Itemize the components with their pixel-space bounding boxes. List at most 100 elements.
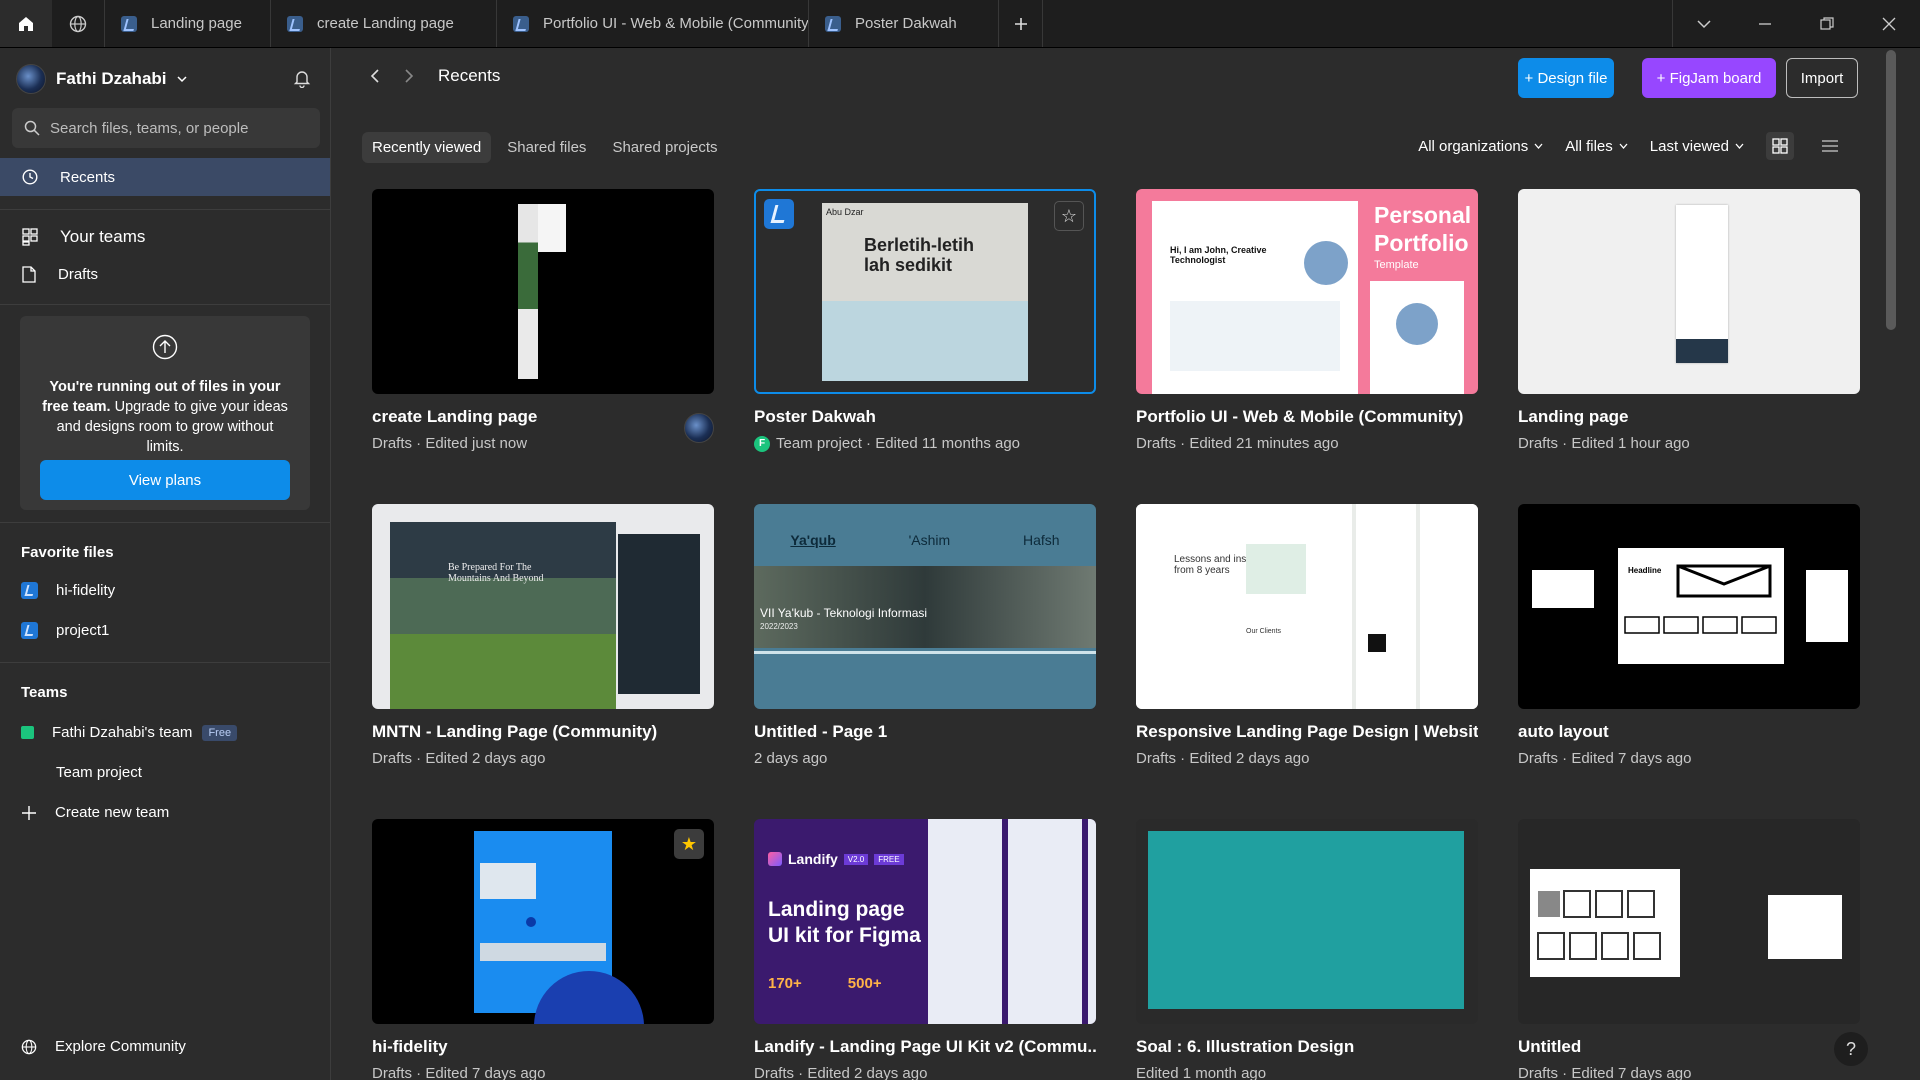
thumb-text: 170+ <box>768 975 802 992</box>
tab-shared-projects[interactable]: Shared projects <box>602 132 727 163</box>
chevron-down-icon <box>1534 143 1543 149</box>
chevron-down-icon <box>1735 143 1744 149</box>
new-tab-button[interactable] <box>998 0 1042 47</box>
tab-recently-viewed[interactable]: Recently viewed <box>362 132 492 163</box>
tab-label: Poster Dakwah <box>855 15 957 32</box>
filter-tabs: Recently viewed Shared files Shared proj… <box>362 132 728 163</box>
team-name: Fathi Dzahabi's team <box>52 724 193 741</box>
file-meta: 2 days ago <box>754 750 828 767</box>
file-meta: Drafts · Edited 7 days ago <box>1518 750 1692 767</box>
filter-label: All organizations <box>1418 137 1529 155</box>
tab-create-landing-page[interactable]: create Landing page <box>270 0 496 47</box>
community-button[interactable] <box>52 0 104 47</box>
import-button[interactable]: Import <box>1786 58 1858 98</box>
thumb-text: lah sedikit <box>864 255 953 275</box>
file-thumbnail <box>1136 819 1478 1024</box>
file-title: Responsive Landing Page Design | Websit.… <box>1136 722 1478 741</box>
thumb-text: V2.0 <box>843 853 869 865</box>
main-content: Recents + Design file + FigJam board Imp… <box>332 48 1900 1080</box>
thumb-text: Abu Dzar <box>826 207 864 217</box>
file-title: Untitled <box>1518 1037 1582 1056</box>
plus-icon <box>1014 17 1027 30</box>
organization-filter[interactable]: All organizations <box>1418 138 1543 155</box>
file-meta: Drafts · Edited 2 days ago <box>1136 750 1310 767</box>
team-project-label: Team project <box>56 764 142 781</box>
minimize-button[interactable] <box>1734 0 1796 47</box>
file-title: auto layout <box>1518 722 1609 741</box>
sort-filter[interactable]: Last viewed <box>1650 138 1744 155</box>
file-meta: Drafts · Edited just now <box>372 435 528 452</box>
thumb-text: Landing page <box>768 898 905 921</box>
file-title: Landing page <box>1518 407 1629 426</box>
create-team-button[interactable]: Create new team <box>21 804 169 821</box>
thumb-text: VII Ya'kub - Teknologi Informasi <box>760 606 928 620</box>
view-plans-button[interactable]: View plans <box>40 460 290 500</box>
notifications-button[interactable] <box>292 68 312 91</box>
favorite-star-button[interactable]: ☆ <box>1054 201 1084 231</box>
breadcrumb: Recents <box>370 66 500 86</box>
file-thumbnail: Hi, I am John, Creative Technologist Per… <box>1136 189 1478 394</box>
tab-shared-files[interactable]: Shared files <box>497 132 596 163</box>
teams-icon <box>22 228 38 246</box>
home-button[interactable] <box>0 0 52 47</box>
thumb-text: Headline <box>1628 566 1662 575</box>
filter-label: All files <box>1565 137 1613 155</box>
account-menu[interactable]: Fathi Dzahabi <box>16 64 187 94</box>
thumb-text: Our Clients <box>1246 628 1282 635</box>
minimize-icon <box>1759 22 1771 25</box>
sidebar-item-your-teams[interactable]: Your teams <box>0 218 330 256</box>
thumb-text: Hafsh <box>1022 532 1060 548</box>
help-button[interactable]: ? <box>1834 1032 1868 1066</box>
file-meta: Drafts · Edited 2 days ago <box>372 750 546 767</box>
thumb-text: Template <box>1374 259 1419 271</box>
favorite-file-project1[interactable]: project1 <box>21 622 109 639</box>
image-placeholder-icon <box>1624 616 1777 634</box>
favorite-file-hi-fidelity[interactable]: hi-fidelity <box>21 582 115 599</box>
vertical-scrollbar[interactable] <box>1886 50 1896 330</box>
team-item[interactable]: Fathi Dzahabi's team Free <box>21 724 238 741</box>
explore-community-button[interactable]: Explore Community <box>21 1038 186 1055</box>
image-placeholder-icon <box>1676 564 1772 598</box>
sidebar-item-team-project[interactable]: Team project <box>56 764 142 781</box>
thumb-text: 2022/2023 <box>760 622 798 631</box>
file-meta: Edited 1 month ago <box>1136 1065 1267 1080</box>
file-meta: Drafts · Edited 21 minutes ago <box>1136 435 1339 452</box>
new-figjam-board-button[interactable]: + FigJam board <box>1642 58 1776 98</box>
forward-arrow-icon[interactable] <box>404 68 414 84</box>
restore-button[interactable] <box>1796 0 1858 47</box>
globe-icon <box>69 15 87 32</box>
file-thumbnail <box>372 189 714 394</box>
clock-icon <box>22 169 38 185</box>
filter-label: Last viewed <box>1649 137 1729 155</box>
sidebar-item-recents[interactable]: Recents <box>0 158 330 196</box>
page-title: Recents <box>438 66 501 85</box>
title-bar: Landing page create Landing page Portfol… <box>0 0 1920 48</box>
thumb-text: 500+ <box>847 975 882 992</box>
globe-icon <box>21 1039 37 1054</box>
grid-view-button[interactable] <box>1766 132 1794 160</box>
arrow-up-circle-icon <box>152 334 178 360</box>
file-meta: Drafts · Edited 7 days ago <box>372 1065 546 1080</box>
tab-label: Portfolio UI - Web & Mobile (Community) <box>543 15 808 32</box>
close-window-button[interactable] <box>1858 0 1920 47</box>
upgrade-text: You're running out of files in your free… <box>42 379 288 455</box>
search-placeholder: Search files, teams, or people <box>50 119 249 137</box>
back-arrow-icon[interactable] <box>370 68 380 84</box>
favorite-star-button[interactable]: ★ <box>674 829 704 859</box>
search-input[interactable]: Search files, teams, or people <box>12 108 320 148</box>
tab-landing-page[interactable]: Landing page <box>104 0 270 47</box>
file-meta-text: Team project · Edited 11 months ago <box>776 435 1021 452</box>
file-thumbnail: Headline <box>1518 504 1860 709</box>
thumb-text: Personal <box>1374 202 1472 228</box>
files-filter[interactable]: All files <box>1565 138 1628 155</box>
new-design-file-button[interactable]: + Design file <box>1518 58 1614 98</box>
design-file-icon <box>121 15 137 32</box>
sidebar-item-drafts[interactable]: Drafts <box>0 255 330 293</box>
tab-label: Landing page <box>151 15 242 32</box>
tabs-dropdown-button[interactable] <box>1672 0 1734 47</box>
tab-poster-dakwah[interactable]: Poster Dakwah <box>808 0 998 47</box>
plus-icon <box>22 805 36 820</box>
team-color-swatch <box>21 726 34 739</box>
tab-portfolio-ui[interactable]: Portfolio UI - Web & Mobile (Community) <box>496 0 808 47</box>
list-view-button[interactable] <box>1816 132 1844 160</box>
